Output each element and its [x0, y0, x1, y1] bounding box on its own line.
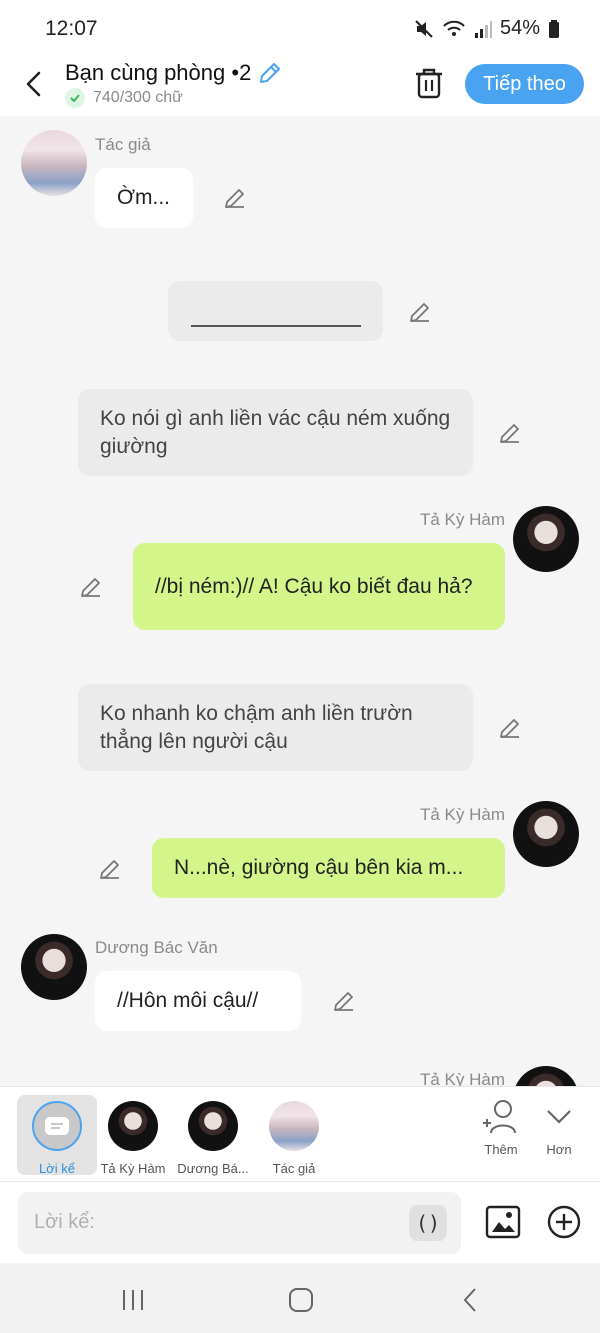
next-button[interactable]: Tiếp theo [465, 64, 584, 104]
battery-text: 54% [499, 17, 540, 39]
character-bar: Lời kể Tả Kỳ Hàm Dương Bá... Tác giả Thê… [0, 1086, 600, 1181]
header: Bạn cùng phòng •2 740/300 chữ Tiếp theo [0, 58, 600, 116]
avatar[interactable] [21, 130, 87, 196]
status-bar: 12:07 54% [0, 0, 600, 58]
recent-apps-button[interactable] [118, 1285, 148, 1315]
pencil-icon[interactable] [332, 989, 356, 1013]
add-character-button[interactable]: Thêm [478, 1099, 524, 1157]
add-person-icon [483, 1100, 516, 1134]
narration-bubble[interactable]: Ko nhanh ko chậm anh liền trườn thẳng lê… [78, 684, 473, 771]
avatar[interactable] [513, 1066, 579, 1086]
plus-circle-icon[interactable] [547, 1205, 581, 1239]
sender-name: Tả Kỳ Hàm [419, 1070, 505, 1086]
pencil-icon[interactable] [98, 857, 122, 881]
home-button[interactable] [286, 1285, 316, 1315]
avatar[interactable] [21, 934, 87, 1000]
character-label: Dương Bá... [177, 1161, 249, 1176]
message-bubble[interactable]: N...nè, giường cậu bên kia m... [152, 838, 505, 898]
home-icon [289, 1288, 313, 1312]
delete-button[interactable] [413, 66, 445, 100]
image-icon[interactable] [485, 1204, 521, 1240]
divider-line [190, 325, 361, 327]
divider-bubble[interactable] [168, 281, 383, 341]
character-item[interactable]: Dương Bá... [173, 1095, 253, 1176]
character-item[interactable]: Tác giả [254, 1095, 334, 1176]
signal-icon [474, 20, 492, 38]
parentheses-button[interactable]: () [409, 1205, 447, 1241]
story-title-text: Bạn cùng phòng •2 [65, 60, 252, 85]
message-bubble[interactable]: //Hôn môi cậu// [95, 971, 301, 1031]
avatar[interactable] [513, 506, 579, 572]
pencil-icon[interactable] [498, 421, 522, 445]
narration-bubble[interactable]: Ko nói gì anh liền vác cậu ném xuống giư… [78, 389, 473, 476]
chevron-down-icon [547, 1110, 571, 1124]
pencil-icon[interactable] [79, 575, 103, 599]
message-bubble[interactable]: //bị ném:)// A! Cậu ko biết đau hả? [133, 543, 505, 630]
avatar [188, 1101, 238, 1151]
status-icons: 54% [414, 17, 560, 40]
nav-back-icon [463, 1288, 476, 1312]
avatar [269, 1101, 319, 1151]
more-label: Hơn [546, 1142, 572, 1157]
input-placeholder: Lời kể: [34, 1211, 95, 1233]
battery-icon [549, 19, 559, 38]
composer: Lời kể: () [0, 1181, 600, 1263]
sender-name: Tác giả [95, 135, 151, 154]
narration-label: Lời kể [39, 1161, 75, 1176]
avatar[interactable] [513, 801, 579, 867]
sender-name: Tả Kỳ Hàm [419, 510, 505, 529]
pencil-icon[interactable] [257, 60, 283, 86]
narration-icon [32, 1101, 82, 1151]
back-button[interactable] [18, 68, 50, 100]
story-title[interactable]: Bạn cùng phòng •2 [65, 60, 283, 86]
message-bubble[interactable]: Ờm... [95, 168, 193, 228]
word-count-text: 740/300 chữ [93, 89, 183, 106]
system-nav-bar [0, 1263, 600, 1333]
more-button[interactable]: Hơn [540, 1099, 578, 1157]
message-input[interactable]: Lời kể: () [18, 1192, 461, 1254]
avatar [108, 1101, 158, 1151]
chat-area[interactable]: Tác giả Ờm... Ko nói gì anh liền vác cậu… [0, 116, 600, 1086]
trash-icon [416, 68, 442, 99]
word-count: 740/300 chữ [65, 88, 183, 108]
add-label: Thêm [484, 1142, 518, 1157]
character-label: Tả Kỳ Hàm [100, 1161, 166, 1176]
recent-apps-icon [123, 1290, 143, 1310]
status-time: 12:07 [45, 17, 98, 40]
narration-selector[interactable]: Lời kể [17, 1095, 97, 1176]
wifi-icon [443, 20, 465, 36]
sender-name: Dương Bác Văn [95, 938, 218, 957]
check-icon [65, 88, 85, 108]
character-label: Tác giả [272, 1161, 316, 1176]
character-item[interactable]: Tả Kỳ Hàm [93, 1095, 173, 1176]
pencil-icon[interactable] [408, 300, 432, 324]
back-icon [26, 71, 41, 97]
sender-name: Tả Kỳ Hàm [419, 805, 505, 824]
pencil-icon[interactable] [498, 716, 522, 740]
mute-icon [415, 19, 433, 38]
nav-back-button[interactable] [455, 1285, 485, 1315]
pencil-icon[interactable] [223, 186, 247, 210]
